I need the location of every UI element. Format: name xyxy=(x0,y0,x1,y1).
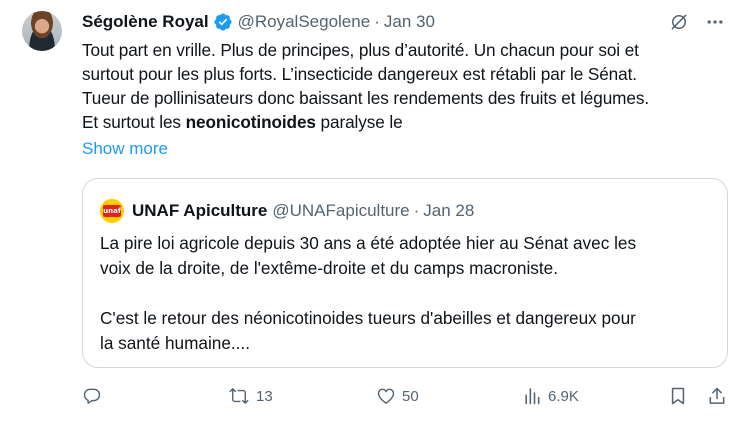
post-text-line: Tout part en vrille. Plus de principes, … xyxy=(82,40,639,60)
analytics-icon xyxy=(525,388,540,405)
author-avatar[interactable] xyxy=(22,11,62,51)
show-more-link[interactable]: Show more xyxy=(82,139,168,159)
quote-text-line: la santé humaine.... xyxy=(100,333,251,353)
post-text-line: Tueur de pollinisateurs donc baissant le… xyxy=(82,88,649,108)
separator-dot: · xyxy=(374,12,380,31)
unaf-logo-icon: unaf xyxy=(103,205,121,217)
reply-button[interactable] xyxy=(82,386,102,406)
share-button[interactable] xyxy=(707,386,727,406)
quote-text-line: C'est le retour des néonicotinoides tueu… xyxy=(100,308,636,328)
quote-author-name: UNAF Apiculture xyxy=(132,201,268,220)
heart-icon xyxy=(377,388,395,404)
quoted-post-text: La pire loi agricole depuis 30 ans a été… xyxy=(100,231,720,356)
quoted-post-header: unaf UNAF Apiculture @UNAFapiculture · J… xyxy=(100,199,474,223)
share-icon xyxy=(709,387,725,404)
like-button[interactable]: 50 xyxy=(376,386,419,406)
author-handle[interactable]: @RoyalSegolene xyxy=(238,12,371,32)
quote-author-handle: @UNAFapiculture xyxy=(272,201,410,220)
like-count: 50 xyxy=(402,387,419,405)
post-text-line: surtout pour les plus forts. L’insectici… xyxy=(82,64,637,84)
repost-button[interactable]: 13 xyxy=(228,386,273,406)
more-options-icon[interactable] xyxy=(704,11,726,33)
action-bar: 13 50 6.9K xyxy=(82,386,732,410)
bookmark-button[interactable] xyxy=(668,386,688,406)
tweet-header: Ségolène Royal @RoyalSegolene · Jan 30 xyxy=(82,11,435,33)
quoted-post[interactable]: unaf UNAF Apiculture @UNAFapiculture · J… xyxy=(82,178,728,368)
views-button[interactable]: 6.9K xyxy=(522,386,579,406)
unaf-logo-text: unaf xyxy=(103,207,121,215)
repost-count: 13 xyxy=(256,387,273,405)
reply-icon xyxy=(83,388,101,404)
quote-date: Jan 28 xyxy=(423,201,475,220)
top-actions xyxy=(668,11,726,33)
post-text: Tout part en vrille. Plus de principes, … xyxy=(82,38,732,134)
views-count: 6.9K xyxy=(548,387,579,405)
separator-dot: · xyxy=(413,201,420,220)
grok-icon[interactable] xyxy=(668,11,690,33)
author-name[interactable]: Ségolène Royal xyxy=(82,12,209,32)
tweet[interactable]: Ségolène Royal @RoyalSegolene · Jan 30 T… xyxy=(0,0,740,431)
bookmark-icon xyxy=(671,387,685,405)
post-text-line: Et surtout les neonicotinoides paralyse … xyxy=(82,110,732,134)
quote-text-spacer xyxy=(100,281,720,306)
post-text-segment: paralyse le xyxy=(315,112,403,132)
repost-icon xyxy=(229,388,249,404)
quote-text-line: La pire loi agricole depuis 30 ans a été… xyxy=(100,233,637,253)
verified-badge-icon xyxy=(213,12,233,32)
post-date[interactable]: Jan 30 xyxy=(384,12,435,32)
post-text-bold: neonicotinoides xyxy=(185,112,316,132)
post-text-segment: Et surtout les xyxy=(82,112,186,132)
quote-text-line: voix de la droite, de l'extême-droite et… xyxy=(100,258,559,278)
quote-author-avatar: unaf xyxy=(100,199,124,223)
